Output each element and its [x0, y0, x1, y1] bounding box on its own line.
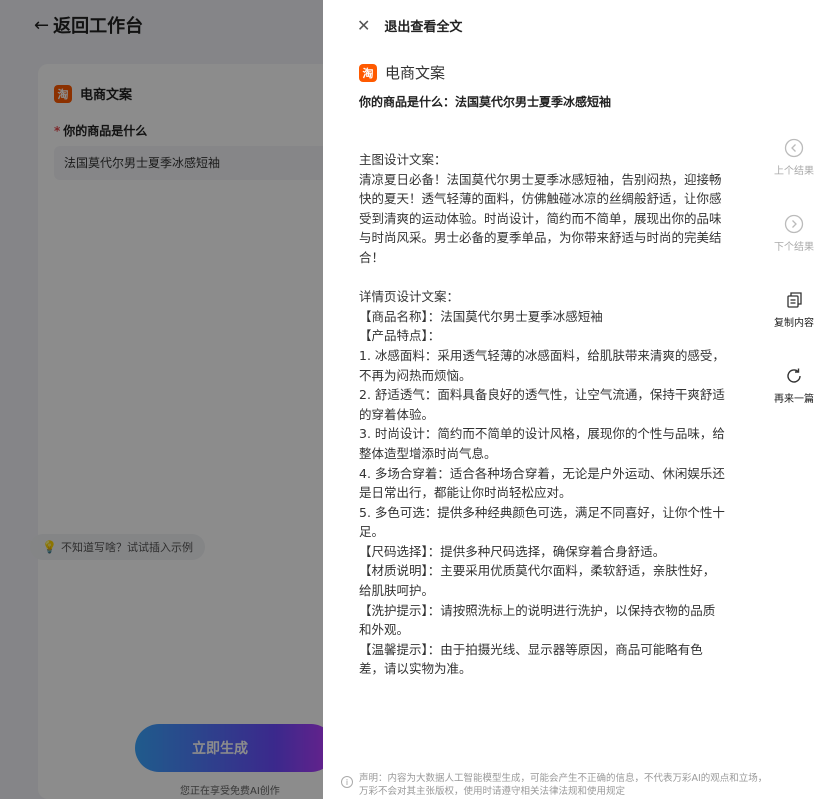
- info-icon: i: [341, 776, 353, 788]
- chevron-down-circle-icon: [784, 214, 804, 234]
- doc-title: 电商文案: [385, 64, 446, 82]
- prev-result-button[interactable]: 上个结果: [763, 138, 825, 177]
- refresh-icon: [784, 366, 804, 386]
- regenerate-label: 再来一篇: [774, 394, 814, 405]
- generated-content: 主图设计文案： 清凉夏日必备！法国莫代尔男士夏季冰感短袖，告别闷热，迎接畅快的夏…: [359, 152, 725, 677]
- question-text: 你的商品是什么：法国莫代尔男士夏季冰感短袖: [359, 95, 612, 109]
- close-icon[interactable]: ✕: [357, 17, 370, 34]
- regenerate-button[interactable]: 再来一篇: [763, 366, 825, 405]
- copy-content-label: 复制内容: [774, 318, 814, 329]
- doc-header: 淘 电商文案: [359, 62, 445, 83]
- disclaimer: i 声明：内容为大数据人工智能模型生成，可能会产生不正确的信息，不代表万彩AI的…: [341, 772, 771, 798]
- next-result-button[interactable]: 下个结果: [763, 214, 825, 253]
- taobao-icon: 淘: [359, 63, 377, 82]
- drawer-header: ✕ 退出查看全文: [357, 16, 462, 35]
- next-result-label: 下个结果: [774, 242, 814, 253]
- disclaimer-text: 声明：内容为大数据人工智能模型生成，可能会产生不正确的信息，不代表万彩AI的观点…: [359, 773, 768, 797]
- copy-icon: [784, 290, 804, 310]
- chevron-up-circle-icon: [784, 138, 804, 158]
- prev-result-label: 上个结果: [774, 166, 814, 177]
- copy-content-button[interactable]: 复制内容: [763, 290, 825, 329]
- exit-full-text-label[interactable]: 退出查看全文: [384, 16, 462, 35]
- full-text-drawer: ✕ 退出查看全文 淘 电商文案 你的商品是什么：法国莫代尔男士夏季冰感短袖 主图…: [323, 0, 835, 799]
